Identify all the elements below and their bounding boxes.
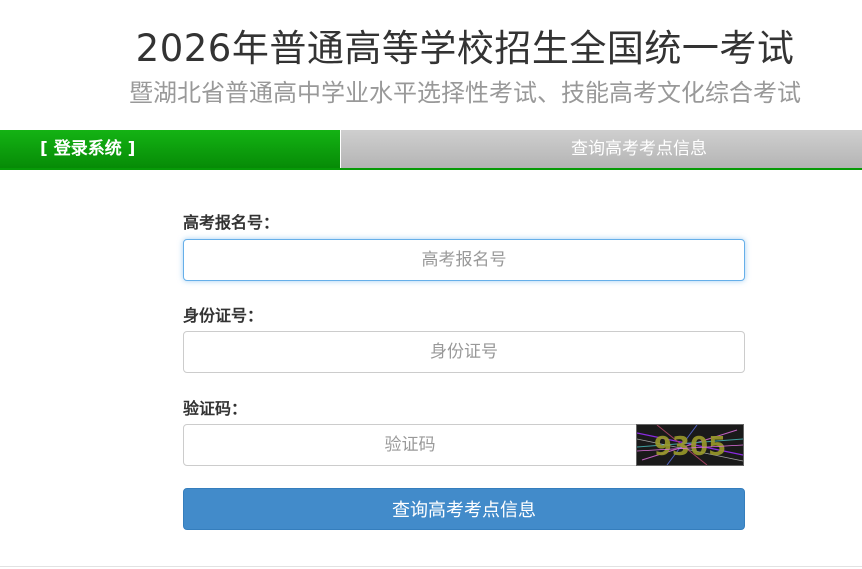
captcha-image[interactable]: 9305 [636,424,744,466]
id-number-label: 身份证号： [183,306,264,325]
page-title: 2026年普通高等学校招生全国统一考试 [135,27,795,70]
id-number-input[interactable] [183,331,745,373]
page-subtitle: 暨湖北省普通高中学业水平选择性考试、技能高考文化综合考试 [129,79,801,107]
query-submit-button[interactable]: 查询高考考点信息 [183,488,745,530]
exam-number-input[interactable] [183,239,745,281]
tab-login-system[interactable]: [ 登录系统 ] [0,130,340,168]
captcha-text: 9305 [654,432,726,462]
tab-query-exam-site[interactable]: 查询高考考点信息 [341,130,862,168]
captcha-input[interactable] [183,424,637,466]
exam-number-label: 高考报名号： [183,213,280,232]
tab-bar: [ 登录系统 ] 查询高考考点信息 [0,130,862,170]
bottom-divider [0,566,862,567]
captcha-graphic: 9305 [637,425,743,465]
captcha-label: 验证码： [183,399,248,418]
